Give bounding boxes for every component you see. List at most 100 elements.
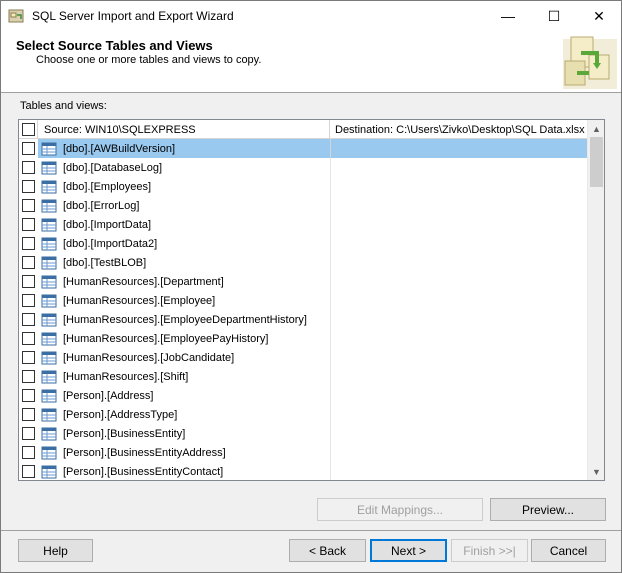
row-checkbox[interactable] <box>22 313 35 326</box>
table-row[interactable]: [HumanResources].[EmployeePayHistory] <box>19 329 587 348</box>
destination-cell[interactable] <box>330 139 587 158</box>
row-checkbox-cell[interactable] <box>19 158 38 177</box>
source-cell[interactable]: [dbo].[AWBuildVersion] <box>38 139 330 158</box>
row-checkbox[interactable] <box>22 332 35 345</box>
row-checkbox-cell[interactable] <box>19 272 38 291</box>
source-cell[interactable]: [dbo].[TestBLOB] <box>38 253 330 272</box>
table-row[interactable]: [dbo].[TestBLOB] <box>19 253 587 272</box>
destination-cell[interactable] <box>330 272 587 291</box>
destination-column-header[interactable]: Destination: C:\Users\Zivko\Desktop\SQL … <box>330 120 604 139</box>
source-cell[interactable]: [HumanResources].[Shift] <box>38 367 330 386</box>
row-checkbox-cell[interactable] <box>19 253 38 272</box>
table-row[interactable]: [HumanResources].[Employee] <box>19 291 587 310</box>
row-checkbox[interactable] <box>22 275 35 288</box>
scroll-up-arrow-icon[interactable]: ▲ <box>588 120 604 137</box>
next-button[interactable]: Next > <box>370 539 447 562</box>
source-cell[interactable]: [dbo].[ImportData] <box>38 215 330 234</box>
row-checkbox-cell[interactable] <box>19 234 38 253</box>
back-button[interactable]: < Back <box>289 539 366 562</box>
table-row[interactable]: [dbo].[Employees] <box>19 177 587 196</box>
row-checkbox-cell[interactable] <box>19 405 38 424</box>
row-checkbox-cell[interactable] <box>19 196 38 215</box>
destination-cell[interactable] <box>330 424 587 443</box>
row-checkbox-cell[interactable] <box>19 177 38 196</box>
row-checkbox[interactable] <box>22 389 35 402</box>
row-checkbox-cell[interactable] <box>19 139 38 158</box>
table-row[interactable]: [HumanResources].[JobCandidate] <box>19 348 587 367</box>
table-row[interactable]: [Person].[AddressType] <box>19 405 587 424</box>
source-cell[interactable]: [HumanResources].[Employee] <box>38 291 330 310</box>
table-row[interactable]: [HumanResources].[Shift] <box>19 367 587 386</box>
destination-cell[interactable] <box>330 234 587 253</box>
table-row[interactable]: [dbo].[AWBuildVersion] <box>19 139 587 158</box>
select-all-checkbox[interactable] <box>22 123 35 136</box>
table-row[interactable]: [HumanResources].[Department] <box>19 272 587 291</box>
destination-cell[interactable] <box>330 462 587 480</box>
destination-cell[interactable] <box>330 196 587 215</box>
row-checkbox-cell[interactable] <box>19 215 38 234</box>
minimize-button[interactable]: — <box>485 1 531 31</box>
scroll-down-arrow-icon[interactable]: ▼ <box>588 463 604 480</box>
source-cell[interactable]: [dbo].[ImportData2] <box>38 234 330 253</box>
destination-cell[interactable] <box>330 329 587 348</box>
row-checkbox[interactable] <box>22 351 35 364</box>
destination-cell[interactable] <box>330 158 587 177</box>
row-checkbox[interactable] <box>22 294 35 307</box>
row-checkbox[interactable] <box>22 180 35 193</box>
table-row[interactable]: [Person].[Address] <box>19 386 587 405</box>
row-checkbox-cell[interactable] <box>19 443 38 462</box>
source-cell[interactable]: [HumanResources].[JobCandidate] <box>38 348 330 367</box>
destination-cell[interactable] <box>330 291 587 310</box>
source-cell[interactable]: [Person].[AddressType] <box>38 405 330 424</box>
table-row[interactable]: [Person].[BusinessEntityAddress] <box>19 443 587 462</box>
source-cell[interactable]: [dbo].[DatabaseLog] <box>38 158 330 177</box>
destination-cell[interactable] <box>330 310 587 329</box>
finish-button[interactable]: Finish >>| <box>451 539 528 562</box>
row-checkbox[interactable] <box>22 256 35 269</box>
row-checkbox[interactable] <box>22 446 35 459</box>
row-checkbox-cell[interactable] <box>19 386 38 405</box>
destination-cell[interactable] <box>330 215 587 234</box>
table-row[interactable]: [Person].[BusinessEntityContact] <box>19 462 587 480</box>
row-checkbox[interactable] <box>22 427 35 440</box>
source-cell[interactable]: [HumanResources].[Department] <box>38 272 330 291</box>
destination-cell[interactable] <box>330 386 587 405</box>
source-column-header[interactable]: Source: WIN10\SQLEXPRESS <box>38 120 330 139</box>
table-row[interactable]: [dbo].[ImportData] <box>19 215 587 234</box>
destination-cell[interactable] <box>330 405 587 424</box>
row-checkbox-cell[interactable] <box>19 348 38 367</box>
source-cell[interactable]: [HumanResources].[EmployeeDepartmentHist… <box>38 310 330 329</box>
row-checkbox[interactable] <box>22 237 35 250</box>
destination-cell[interactable] <box>330 367 587 386</box>
row-checkbox[interactable] <box>22 370 35 383</box>
row-checkbox-cell[interactable] <box>19 462 38 480</box>
maximize-button[interactable]: ☐ <box>531 1 577 31</box>
cancel-button[interactable]: Cancel <box>531 539 606 562</box>
row-checkbox-cell[interactable] <box>19 310 38 329</box>
row-checkbox-cell[interactable] <box>19 291 38 310</box>
source-cell[interactable]: [Person].[BusinessEntityAddress] <box>38 443 330 462</box>
edit-mappings-button[interactable]: Edit Mappings... <box>317 498 483 521</box>
source-cell[interactable]: [dbo].[ErrorLog] <box>38 196 330 215</box>
destination-cell[interactable] <box>330 253 587 272</box>
help-button[interactable]: Help <box>18 539 93 562</box>
table-row[interactable]: [dbo].[ErrorLog] <box>19 196 587 215</box>
row-checkbox[interactable] <box>22 465 35 478</box>
source-cell[interactable]: [dbo].[Employees] <box>38 177 330 196</box>
source-cell[interactable]: [Person].[BusinessEntityContact] <box>38 462 330 480</box>
row-checkbox[interactable] <box>22 142 35 155</box>
row-checkbox-cell[interactable] <box>19 424 38 443</box>
row-checkbox[interactable] <box>22 161 35 174</box>
row-checkbox[interactable] <box>22 199 35 212</box>
source-cell[interactable]: [Person].[BusinessEntity] <box>38 424 330 443</box>
scroll-thumb[interactable] <box>590 137 603 187</box>
row-checkbox[interactable] <box>22 408 35 421</box>
destination-cell[interactable] <box>330 443 587 462</box>
table-row[interactable]: [Person].[BusinessEntity] <box>19 424 587 443</box>
row-checkbox-cell[interactable] <box>19 367 38 386</box>
source-cell[interactable]: [Person].[Address] <box>38 386 330 405</box>
destination-cell[interactable] <box>330 348 587 367</box>
table-row[interactable]: [dbo].[ImportData2] <box>19 234 587 253</box>
table-row[interactable]: [HumanResources].[EmployeeDepartmentHist… <box>19 310 587 329</box>
close-button[interactable]: ✕ <box>576 1 622 31</box>
